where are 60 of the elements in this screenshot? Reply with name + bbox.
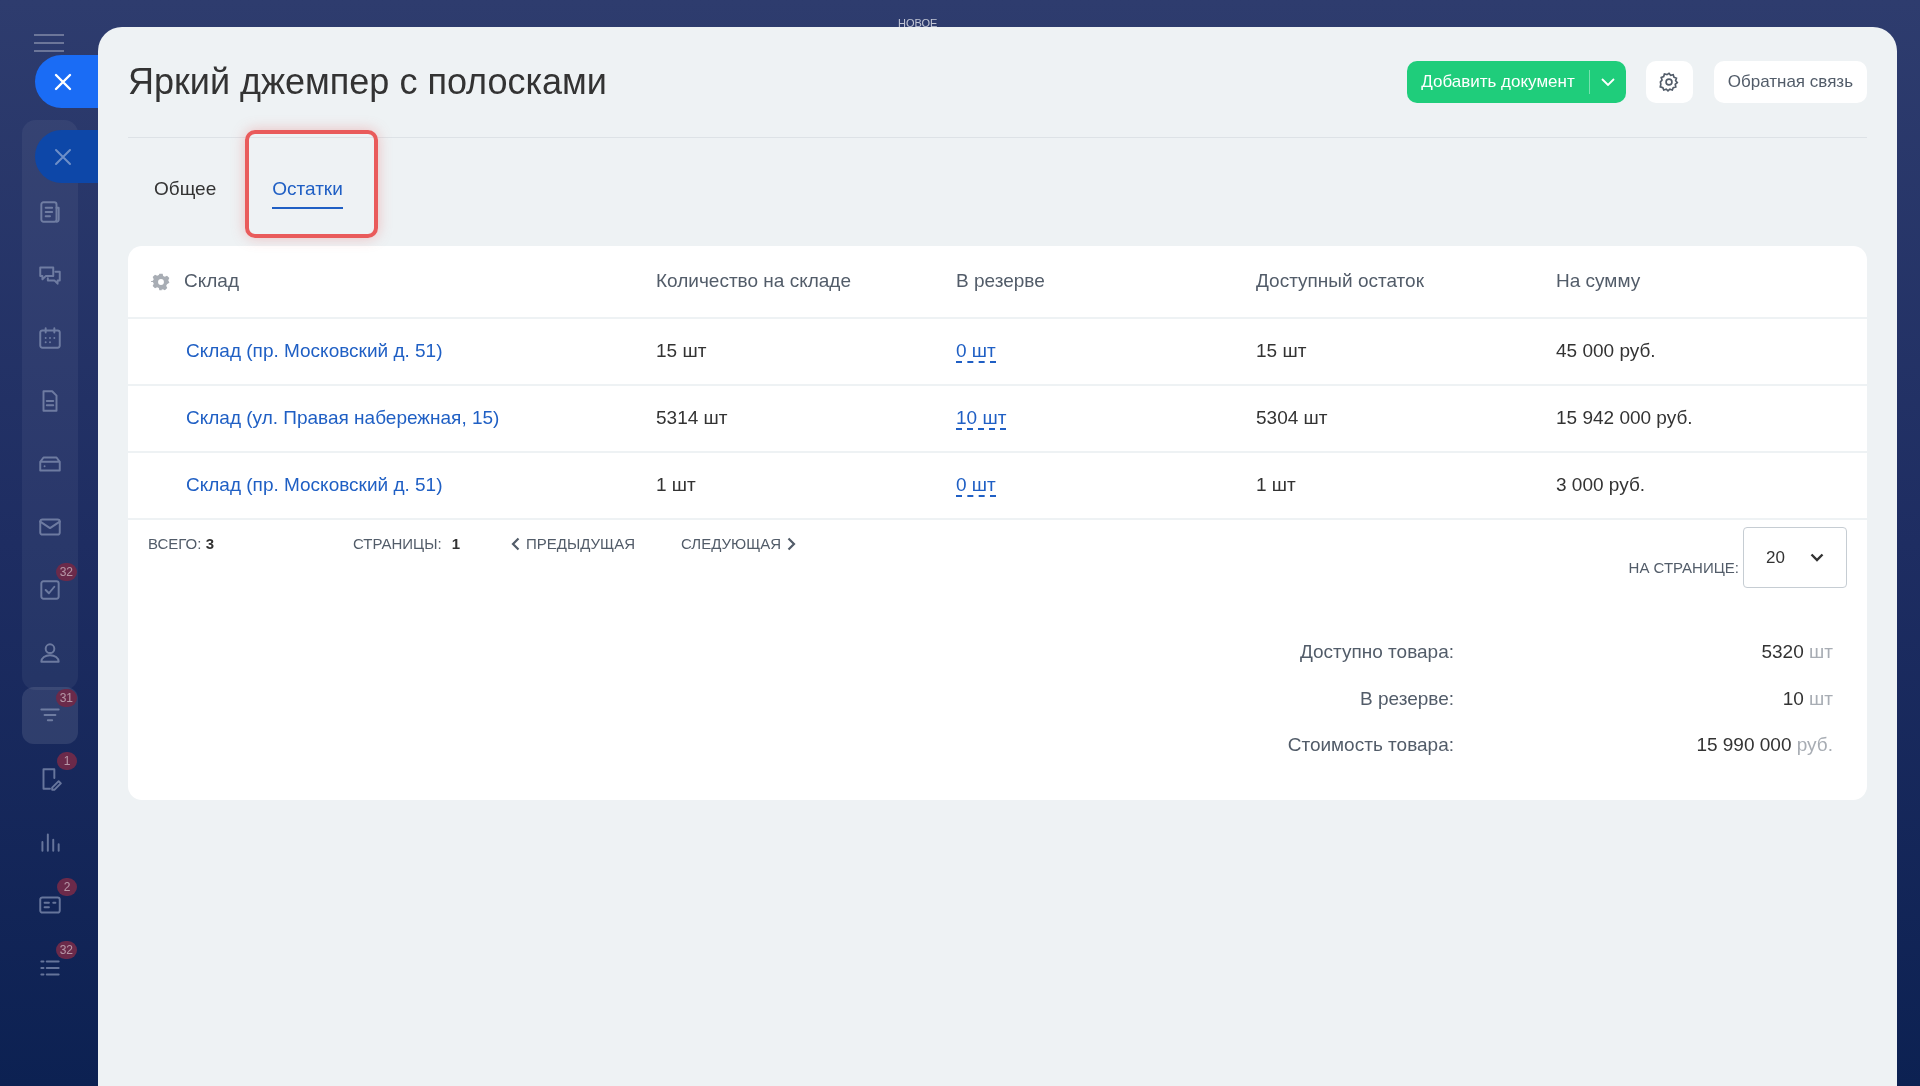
settings-icon[interactable] bbox=[151, 271, 171, 292]
table-cell: 15 шт bbox=[1256, 340, 1307, 362]
close-icon bbox=[53, 146, 73, 167]
chevron-right-icon bbox=[787, 537, 797, 552]
tab[interactable]: Остатки bbox=[272, 174, 343, 210]
settings-icon bbox=[1658, 71, 1681, 93]
page-number: СТРАНИЦЫ: 1 bbox=[353, 534, 462, 554]
news-icon bbox=[37, 198, 63, 225]
summary-label: Доступно товара: bbox=[1299, 641, 1454, 662]
table-cell: 15 шт bbox=[656, 340, 707, 362]
summary-value: 5320 шт bbox=[1761, 641, 1833, 662]
previous-page-link[interactable]: ПРЕДЫДУЩАЯ bbox=[511, 533, 681, 556]
column-header: Доступный остаток bbox=[1256, 270, 1424, 292]
notification-badge: 1 bbox=[57, 752, 77, 770]
table-cell: 1 шт bbox=[656, 474, 696, 496]
summary-label: Стоимость товара: bbox=[1287, 734, 1454, 755]
sidebar-item[interactable]: 31 bbox=[22, 687, 78, 744]
column-header: Склад bbox=[184, 270, 239, 292]
summary-value: 10 шт bbox=[1782, 687, 1833, 709]
column-header: В резерве bbox=[956, 270, 1045, 292]
feedback-button[interactable]: Обратная связь bbox=[1713, 61, 1867, 103]
column-header: На сумму bbox=[1556, 270, 1641, 292]
table-cell: 5304 шт bbox=[1256, 407, 1328, 429]
table-cell: 45 000 руб. bbox=[1556, 340, 1656, 362]
warehouse-link[interactable]: Склад (пр. Московский д. 51) bbox=[186, 340, 443, 362]
notification-badge: 31 bbox=[55, 689, 77, 707]
chevron-left-icon bbox=[511, 537, 520, 552]
reserve-link[interactable]: 10 шт bbox=[956, 407, 1007, 431]
total-count: ВСЕГО: 3 bbox=[148, 534, 215, 554]
summary-value: 15 990 000 руб. bbox=[1696, 734, 1833, 755]
menu-icon[interactable] bbox=[34, 34, 64, 52]
sidebar-item[interactable]: 2 bbox=[22, 876, 78, 933]
settings-button[interactable] bbox=[1645, 61, 1693, 103]
per-page-select[interactable]: 20 bbox=[1743, 527, 1847, 588]
notification-badge: 2 bbox=[57, 878, 77, 896]
top-label: НОВОЕ bbox=[898, 16, 938, 31]
window-title: Яркий джемпер с полосками bbox=[128, 60, 608, 104]
sidebar-item[interactable]: 1 bbox=[22, 750, 78, 807]
table-cell: 15 942 000 руб. bbox=[1556, 407, 1693, 429]
close-button[interactable] bbox=[35, 55, 98, 108]
notification-badge: 32 bbox=[55, 941, 77, 959]
reserve-link[interactable]: 0 шт bbox=[956, 340, 996, 364]
sidebar-item[interactable]: 32 bbox=[22, 939, 78, 996]
next-page-link[interactable]: СЛЕДУЮЩАЯ bbox=[681, 533, 797, 556]
sidebar-item[interactable]: 32 bbox=[22, 561, 78, 618]
caret-icon[interactable] bbox=[1600, 78, 1615, 86]
close-icon bbox=[53, 71, 73, 92]
calendar-icon bbox=[37, 324, 63, 351]
table-cell: 3 000 руб. bbox=[1556, 474, 1646, 496]
column-header: Количество на складе bbox=[656, 270, 851, 292]
summary-label: В резерве: bbox=[1359, 687, 1454, 709]
warehouse-link[interactable]: Склад (пр. Московский д. 51) bbox=[186, 474, 443, 496]
table-cell: 1 шт bbox=[1256, 474, 1296, 496]
tab[interactable]: Общее bbox=[154, 174, 217, 210]
per-page-label: НА СТРАНИЦЕ: bbox=[1628, 558, 1739, 578]
notification-badge: 32 bbox=[55, 563, 77, 581]
table-cell: 5314 шт bbox=[656, 407, 728, 429]
warehouse-link[interactable]: Склад (ул. Правая набережная, 15) bbox=[186, 407, 500, 429]
chevron-down-icon bbox=[1810, 553, 1824, 562]
reserve-link[interactable]: 0 шт bbox=[956, 474, 996, 498]
